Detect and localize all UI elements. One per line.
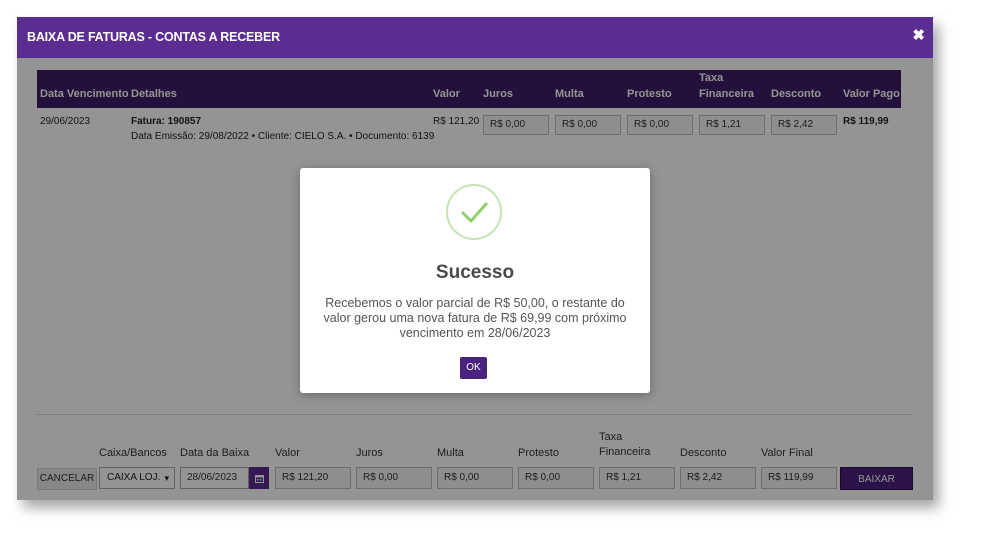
modal-title: Sucesso: [435, 262, 515, 283]
success-modal: Sucesso Recebemos o valor parcial de R$ …: [300, 168, 650, 393]
window-title: BAIXA DE FATURAS - CONTAS A RECEBER: [27, 30, 280, 44]
ok-button[interactable]: OK: [460, 357, 487, 379]
window-titlebar: BAIXA DE FATURAS - CONTAS A RECEBER ✖: [17, 17, 933, 58]
modal-message: Recebemos o valor parcial de R$ 50,00, o…: [323, 296, 627, 340]
check-icon: [446, 184, 502, 240]
close-icon[interactable]: ✖: [912, 26, 925, 44]
